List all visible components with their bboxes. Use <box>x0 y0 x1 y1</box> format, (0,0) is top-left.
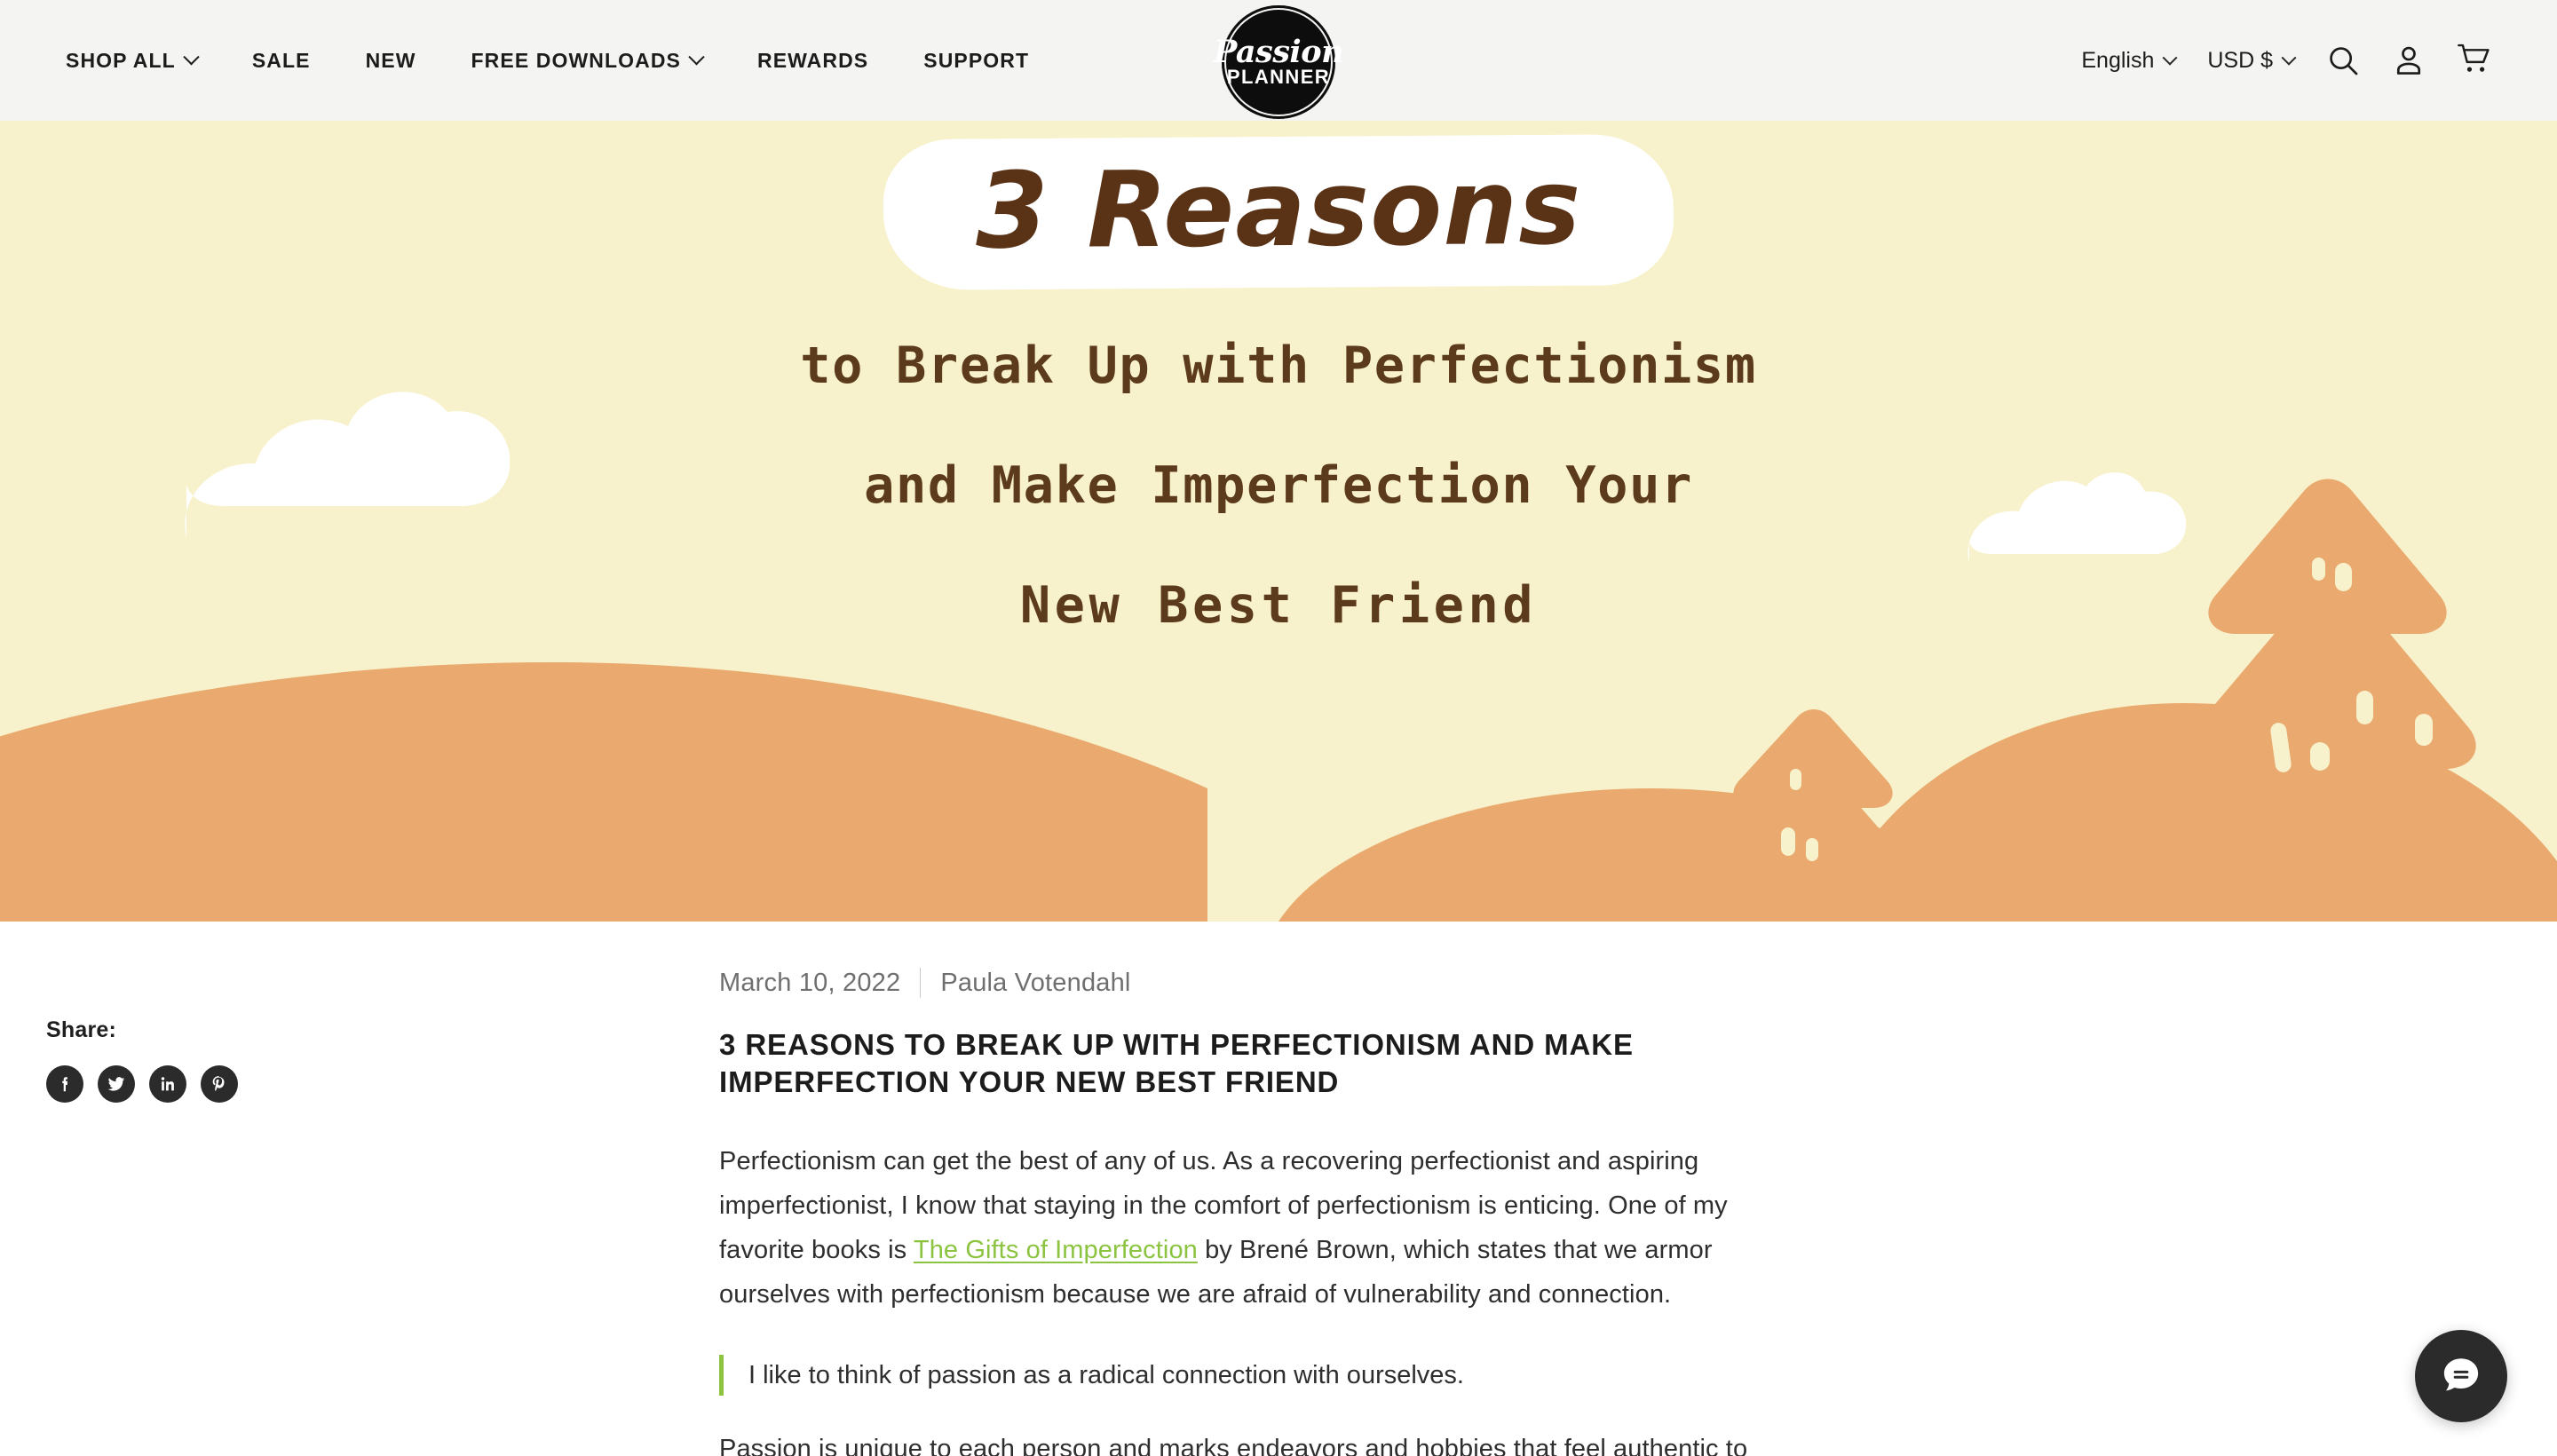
share-linkedin-button[interactable] <box>149 1065 186 1103</box>
share-label: Share: <box>46 1017 117 1042</box>
chat-widget-button[interactable] <box>2415 1330 2507 1422</box>
article-paragraph-2: Passion is unique to each person and mar… <box>719 1435 1748 1456</box>
hero-subtitle-line-1: to Break Up with Perfectionism <box>800 336 1757 395</box>
facebook-icon <box>62 1077 67 1092</box>
chevron-down-icon <box>2162 50 2178 66</box>
nav-label: NEW <box>365 48 416 72</box>
nav-label: SALE <box>251 48 311 72</box>
hero-title: 3 Reasons <box>975 145 1582 273</box>
chevron-down-icon <box>183 48 200 65</box>
account-button[interactable] <box>2376 28 2442 93</box>
main-navigation: SHOP ALL SALE NEW FREE DOWNLOADS REWARDS… <box>53 49 1057 73</box>
nav-label: SHOP ALL <box>66 48 176 72</box>
nav-item-shop-all[interactable]: SHOP ALL <box>53 49 225 73</box>
article-meta: March 10, 2022 Paula Votendahl <box>719 968 1776 998</box>
share-twitter-button[interactable] <box>98 1065 135 1103</box>
nav-item-rewards[interactable]: REWARDS <box>730 49 896 73</box>
chevron-down-icon <box>2281 50 2297 66</box>
passion-planner-logo[interactable]: Passion PLANNER <box>1214 5 1344 119</box>
hero-subtitle-line-3: New Best Friend <box>1019 576 1538 635</box>
nav-item-sale[interactable]: SALE <box>225 49 338 73</box>
nav-item-support[interactable]: SUPPORT <box>896 49 1057 73</box>
header-utilities: English USD $ <box>2065 0 2507 121</box>
share-pinterest-button[interactable] <box>201 1065 238 1103</box>
currency-label: USD $ <box>2207 47 2273 73</box>
article-author: Paula Votendahl <box>940 968 1131 997</box>
twitter-icon <box>107 1077 125 1091</box>
account-icon <box>2396 46 2421 75</box>
cart-icon <box>2458 44 2490 72</box>
article-date: March 10, 2022 <box>719 968 901 997</box>
hero-text-block: 3 Reasons to Break Up with Perfectionism… <box>0 121 2557 922</box>
search-button[interactable] <box>2310 28 2376 93</box>
cart-button[interactable] <box>2442 28 2507 93</box>
hero-subtitle-line-2: and Make Imperfection Your <box>864 456 1693 515</box>
hero-banner: 3 Reasons to Break Up with Perfectionism… <box>0 121 2557 922</box>
nav-label: SUPPORT <box>923 48 1030 72</box>
pinterest-icon <box>212 1076 225 1091</box>
linkedin-icon <box>161 1077 174 1091</box>
logo-sub-text: PLANNER <box>1226 66 1331 89</box>
share-sidebar: Share: <box>0 968 719 1456</box>
article-body: March 10, 2022 Paula Votendahl 3 REASONS… <box>719 968 1776 1456</box>
language-label: English <box>2081 47 2155 73</box>
page-title: 3 REASONS TO BREAK UP WITH PERFECTIONISM… <box>719 1028 1634 1099</box>
nav-item-new[interactable]: NEW <box>338 49 444 73</box>
nav-label: REWARDS <box>756 48 869 72</box>
article-paragraph-1: Perfectionism can get the best of any of… <box>719 1140 1776 1318</box>
site-header: SHOP ALL SALE NEW FREE DOWNLOADS REWARDS… <box>0 0 2557 121</box>
share-icon-row <box>46 1065 719 1103</box>
nav-item-free-downloads[interactable]: FREE DOWNLOADS <box>444 49 730 73</box>
chevron-down-icon <box>688 48 705 65</box>
meta-divider <box>920 968 922 998</box>
share-facebook-button[interactable] <box>46 1065 83 1103</box>
article-blockquote: I like to think of passion as a radical … <box>719 1354 1776 1397</box>
article-section: Share: March 10, 2022 Paula Votendahl 3 … <box>0 922 2557 1456</box>
gifts-of-imperfection-link[interactable]: The Gifts of Imperfection <box>914 1236 1198 1264</box>
nav-label: FREE DOWNLOADS <box>471 48 681 72</box>
search-icon <box>2330 47 2358 75</box>
chat-bubble-icon <box>2443 1358 2479 1391</box>
hero-title-badge: 3 Reasons <box>883 133 1674 291</box>
logo-script-text: Passion <box>1213 33 1344 70</box>
language-selector[interactable]: English <box>2065 48 2191 74</box>
currency-selector[interactable]: USD $ <box>2191 48 2310 74</box>
